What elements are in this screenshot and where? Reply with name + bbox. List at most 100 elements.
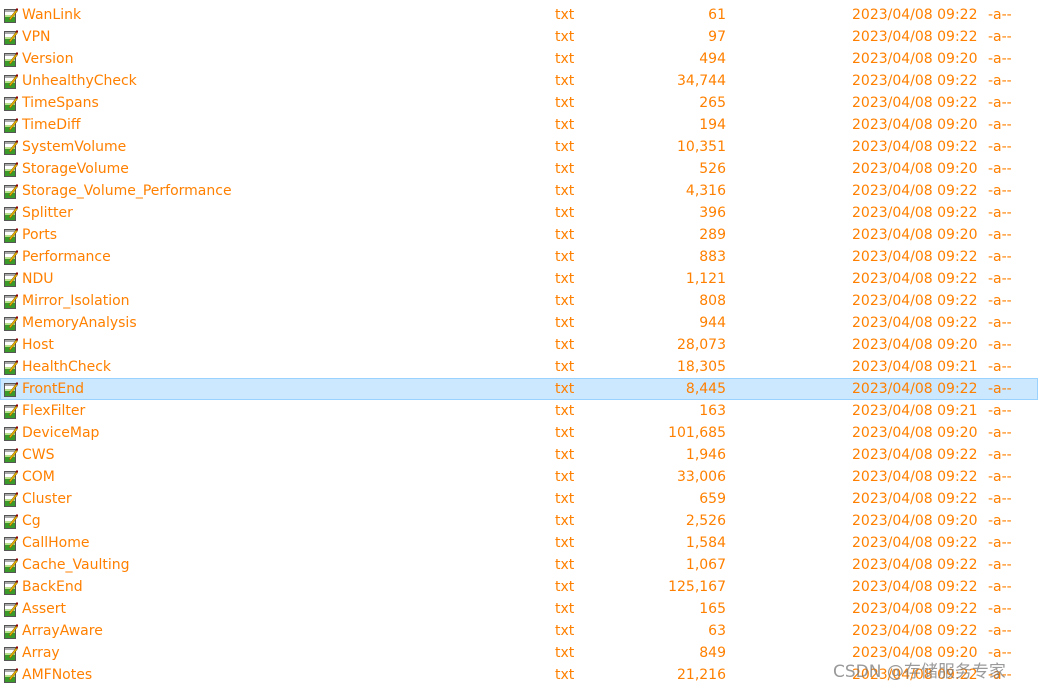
file-attr: -a-- (988, 183, 1012, 199)
file-name: CWS (22, 447, 55, 463)
text-file-icon (4, 8, 18, 23)
file-row[interactable]: COM txt 33,006 2023/04/08 09:22 -a-- (0, 466, 1038, 488)
file-name: TimeDiff (22, 117, 81, 133)
text-file-icon (4, 536, 18, 551)
file-row[interactable]: CWS txt 1,946 2023/04/08 09:22 -a-- (0, 444, 1038, 466)
text-file-icon (4, 404, 18, 419)
file-row[interactable]: CallHome txt 1,584 2023/04/08 09:22 -a-- (0, 532, 1038, 554)
file-row[interactable]: ArrayAware txt 63 2023/04/08 09:22 -a-- (0, 620, 1038, 642)
file-type: txt (555, 205, 575, 221)
file-name: Cluster (22, 491, 72, 507)
file-date: 2023/04/08 09:22 (852, 447, 978, 463)
file-attr: -a-- (988, 403, 1012, 419)
file-date: 2023/04/08 09:22 (852, 249, 978, 265)
file-type: txt (555, 535, 575, 551)
file-date: 2023/04/08 09:22 (852, 7, 978, 23)
file-row[interactable]: Cluster txt 659 2023/04/08 09:22 -a-- (0, 488, 1038, 510)
file-date: 2023/04/08 09:22 (852, 29, 978, 45)
file-row[interactable]: HealthCheck txt 18,305 2023/04/08 09:21 -a-- (0, 356, 1038, 378)
file-type: txt (555, 249, 575, 265)
file-name: Host (22, 337, 54, 353)
file-row[interactable]: Mirror_Isolation txt 808 2023/04/08 09:22 -a… (0, 290, 1038, 312)
file-attr: -a-- (988, 29, 1012, 45)
file-row[interactable]: UnhealthyCheck txt 34,744 2023/04/08 09:22-… (0, 70, 1038, 92)
file-size: 63 (708, 623, 726, 639)
file-size: 849 (699, 645, 726, 661)
file-row[interactable]: Storage_Volume_Performance txt 4,316 2023/0… (0, 180, 1038, 202)
file-date: 2023/04/08 09:22 (852, 469, 978, 485)
file-attr: -a-- (988, 381, 1012, 397)
file-attr: -a-- (988, 579, 1012, 595)
file-row[interactable]: TimeDiff txt 194 2023/04/08 09:20 -a-- (0, 114, 1038, 136)
file-row[interactable]: DeviceMap txt 101,685 2023/04/08 09:20 -a-- (0, 422, 1038, 444)
file-row[interactable]: StorageVolume txt 526 2023/04/08 09:20 -a-- (0, 158, 1038, 180)
file-size: 1,067 (685, 557, 726, 573)
file-attr: -a-- (988, 491, 1012, 507)
file-type: txt (555, 271, 575, 287)
file-size: 18,305 (677, 359, 726, 375)
text-file-icon (4, 74, 18, 89)
file-size: 1,584 (685, 535, 726, 551)
file-name: ArrayAware (22, 623, 103, 639)
file-row[interactable]: MemoryAnalysis txt 944 2023/04/08 09:22 -a-- (0, 312, 1038, 334)
file-row[interactable]: Splitter txt 396 2023/04/08 09:22 -a-- (0, 202, 1038, 224)
file-date: 2023/04/08 09:20 (852, 161, 978, 177)
file-row[interactable]: NDU txt 1,121 2023/04/08 09:22 -a-- (0, 268, 1038, 290)
text-file-icon (4, 184, 18, 199)
file-row[interactable]: Cg txt 2,526 2023/04/08 09:20 -a-- (0, 510, 1038, 532)
file-row[interactable]: Assert txt 165 2023/04/08 09:22 -a-- (0, 598, 1038, 620)
file-date: 2023/04/08 09:22 (852, 623, 978, 639)
file-type: txt (555, 469, 575, 485)
file-date: 2023/04/08 09:20 (852, 337, 978, 353)
file-row[interactable]: BackEnd txt 125,167 2023/04/08 09:22 -a-- (0, 576, 1038, 598)
file-attr: -a-- (988, 337, 1012, 353)
file-size: 125,167 (668, 579, 726, 595)
file-date: 2023/04/08 09:22 (852, 557, 978, 573)
file-type: txt (555, 645, 575, 661)
file-attr: -a-- (988, 249, 1012, 265)
file-name: AMFNotes (22, 667, 93, 683)
file-type: txt (555, 29, 575, 45)
file-attr: -a-- (988, 425, 1012, 441)
file-attr: -a-- (988, 293, 1012, 309)
text-file-icon (4, 646, 18, 661)
file-attr: -a-- (988, 469, 1012, 485)
file-type: txt (555, 73, 575, 89)
file-date: 2023/04/08 09:22 (852, 95, 978, 111)
file-row[interactable]: FrontEnd txt 8,445 2023/04/08 09:22 -a-- (0, 378, 1038, 400)
file-row[interactable]: VPN txt 97 2023/04/08 09:22 -a-- (0, 26, 1038, 48)
file-row[interactable]: WanLink txt 61 2023/04/08 09:22 -a-- (0, 4, 1038, 26)
file-row[interactable]: TimeSpans txt 265 2023/04/08 09:22 -a-- (0, 92, 1038, 114)
file-size: 659 (699, 491, 726, 507)
file-size: 1,946 (685, 447, 726, 463)
file-row[interactable]: Version txt 494 2023/04/08 09:20 -a-- (0, 48, 1038, 70)
file-name: MemoryAnalysis (22, 315, 137, 331)
file-row[interactable]: Ports txt 289 2023/04/08 09:20 -a-- (0, 224, 1038, 246)
file-date: 2023/04/08 09:21 (852, 359, 978, 375)
file-row[interactable]: Cache_Vaulting txt 1,067 2023/04/08 09:22 -a… (0, 554, 1038, 576)
file-row[interactable]: FlexFilter txt 163 2023/04/08 09:21 -a-- (0, 400, 1038, 422)
text-file-icon (4, 96, 18, 111)
file-name: Array (22, 645, 60, 661)
file-name: HealthCheck (22, 359, 112, 375)
file-row[interactable]: SystemVolume txt 10,351 2023/04/08 09:22 -a-… (0, 136, 1038, 158)
file-size: 4,316 (685, 183, 726, 199)
file-attr: -a-- (988, 161, 1012, 177)
file-size: 165 (699, 601, 726, 617)
file-size: 396 (699, 205, 726, 221)
file-date: 2023/04/08 09:22 (852, 491, 978, 507)
file-size: 8,445 (685, 381, 726, 397)
file-name: Assert (22, 601, 67, 617)
text-file-icon (4, 250, 18, 265)
file-name: FlexFilter (22, 403, 86, 419)
file-name: COM (22, 469, 55, 485)
file-row[interactable]: Host txt 28,073 2023/04/08 09:20 -a-- (0, 334, 1038, 356)
text-file-icon (4, 338, 18, 353)
file-row[interactable]: Performance txt 883 2023/04/08 09:22 -a-- (0, 246, 1038, 268)
file-size: 289 (699, 227, 726, 243)
file-type: txt (555, 579, 575, 595)
file-attr: -a-- (988, 271, 1012, 287)
file-type: txt (555, 95, 575, 111)
text-file-icon (4, 668, 18, 683)
file-size: 526 (699, 161, 726, 177)
